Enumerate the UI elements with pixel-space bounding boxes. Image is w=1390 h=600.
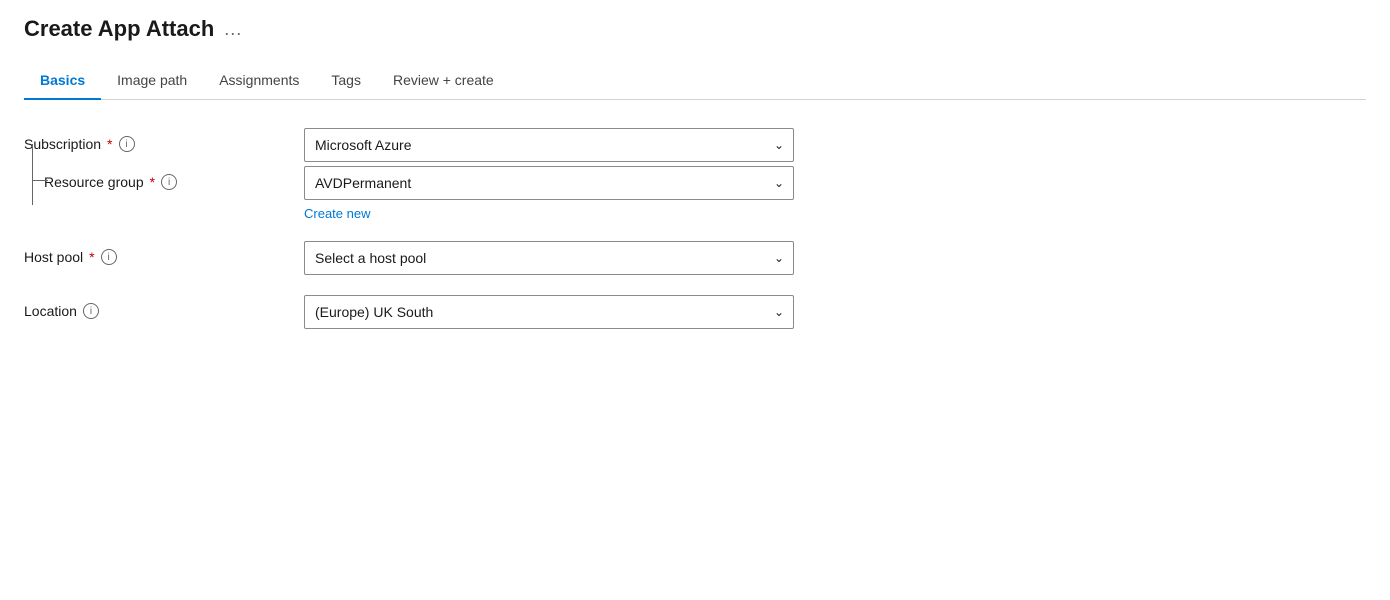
tab-image-path[interactable]: Image path [101,62,203,100]
tab-tags[interactable]: Tags [315,62,377,100]
location-label: Location [24,303,77,319]
location-row: Location i (Europe) UK South ⌄ [24,295,924,329]
host-pool-control: Select a host pool ⌄ [304,241,794,275]
location-info-icon[interactable]: i [83,303,99,319]
host-pool-required: * [89,249,94,265]
tab-assignments[interactable]: Assignments [203,62,315,100]
location-control: (Europe) UK South ⌄ [304,295,794,329]
host-pool-info-icon[interactable]: i [101,249,117,265]
page-header: Create App Attach ... [24,16,1366,42]
subscription-info-icon[interactable]: i [119,136,135,152]
page-container: Create App Attach ... Basics Image path … [0,0,1390,373]
more-options-icon[interactable]: ... [224,19,242,40]
subscription-label-col: Subscription * i [24,128,304,152]
host-pool-row: Host pool * i Select a host pool ⌄ [24,241,924,275]
subscription-row: Subscription * i Microsoft Azure ⌄ [24,128,924,162]
tab-review-create[interactable]: Review + create [377,62,510,100]
resource-group-label-col: Resource group * i [44,166,304,190]
location-dropdown[interactable]: (Europe) UK South [304,295,794,329]
subscription-control: Microsoft Azure ⌄ [304,128,794,162]
resource-group-control: AVDPermanent ⌄ Create new [304,166,794,221]
tab-basics[interactable]: Basics [24,62,101,100]
host-pool-label-col: Host pool * i [24,241,304,265]
subscription-label: Subscription [24,136,101,152]
host-pool-label: Host pool [24,249,83,265]
host-pool-dropdown-wrapper: Select a host pool ⌄ [304,241,794,275]
resource-group-label: Resource group [44,174,144,190]
create-new-link[interactable]: Create new [304,206,794,221]
resource-group-dropdown-wrapper: AVDPermanent ⌄ [304,166,794,200]
resource-group-required: * [150,174,155,190]
form-section: Subscription * i Microsoft Azure ⌄ Resou… [24,128,924,329]
resource-group-dropdown[interactable]: AVDPermanent [304,166,794,200]
location-label-col: Location i [24,295,304,319]
location-dropdown-wrapper: (Europe) UK South ⌄ [304,295,794,329]
tabs-container: Basics Image path Assignments Tags Revie… [24,62,1366,100]
subscription-required: * [107,136,112,152]
resource-group-info-icon[interactable]: i [161,174,177,190]
subscription-dropdown-wrapper: Microsoft Azure ⌄ [304,128,794,162]
host-pool-dropdown[interactable]: Select a host pool [304,241,794,275]
subscription-dropdown[interactable]: Microsoft Azure [304,128,794,162]
page-title: Create App Attach [24,16,214,42]
resource-group-row: Resource group * i AVDPermanent ⌄ Create… [24,166,924,221]
